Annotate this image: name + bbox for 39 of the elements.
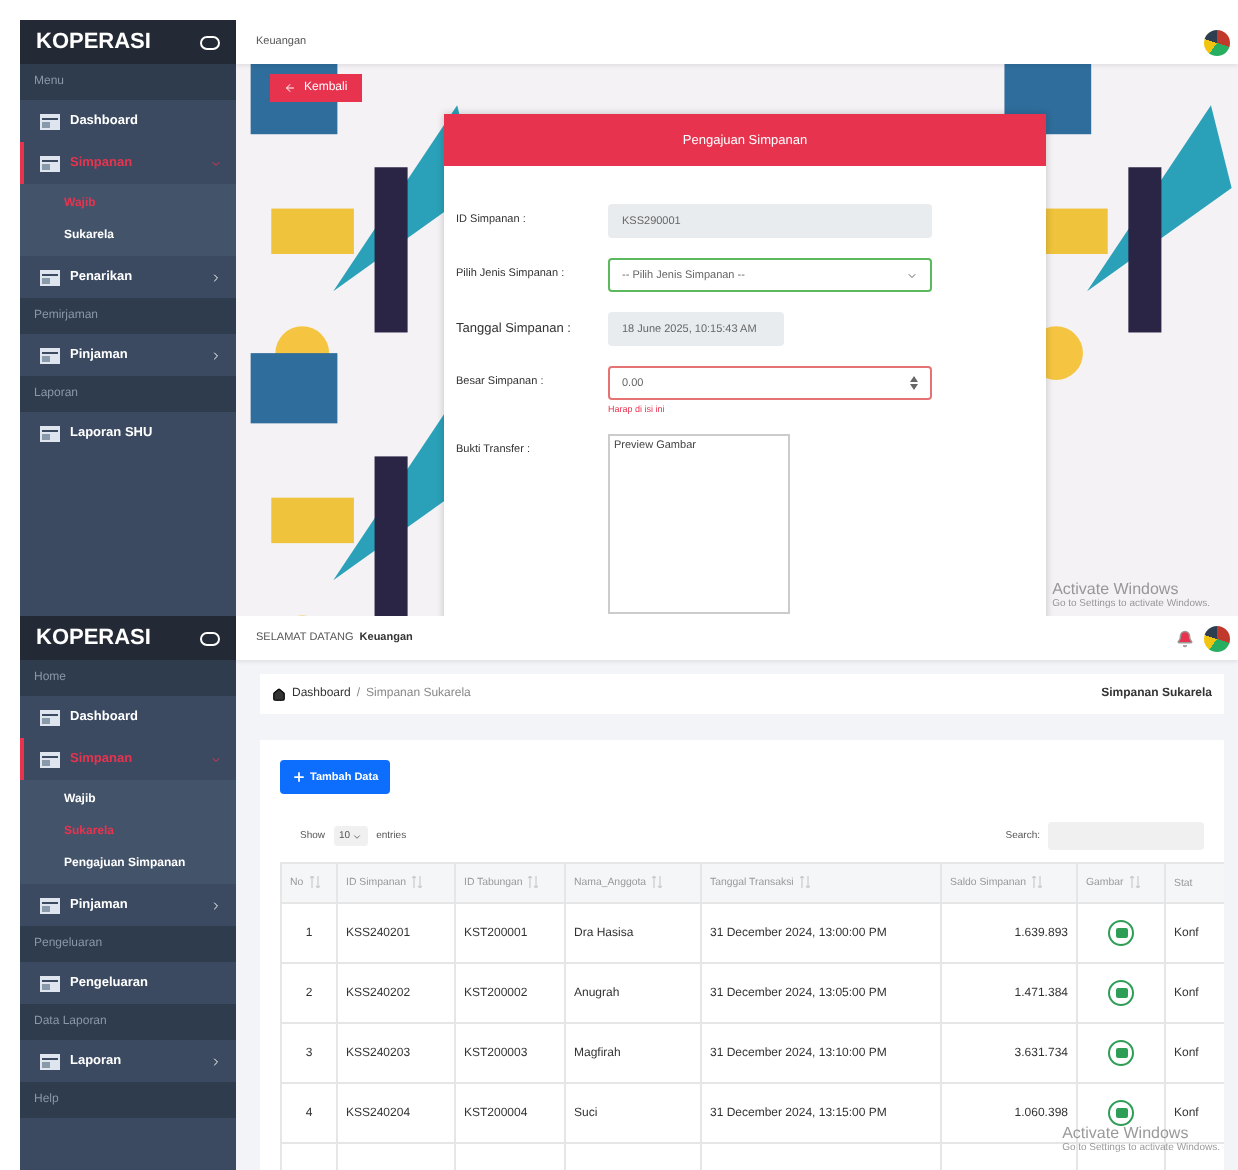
home-icon (272, 687, 286, 701)
panel-icon (40, 975, 60, 991)
chevron-right-icon (210, 899, 222, 911)
toggle-icon[interactable] (200, 35, 220, 49)
brand-name: KOPERASI (36, 30, 151, 54)
panel-icon (40, 897, 60, 913)
panel-icon (40, 1053, 60, 1069)
panel-icon (40, 347, 60, 363)
panel-icon (40, 751, 60, 767)
avatar-icon[interactable] (1204, 29, 1230, 55)
watermark-title: Activate Windows (1062, 1124, 1191, 1142)
image-icon (1115, 988, 1127, 998)
toggle-icon[interactable] (200, 631, 220, 645)
panel-icon (40, 155, 60, 171)
watermark-title: Activate Windows (1052, 580, 1181, 598)
image-button[interactable] (1108, 980, 1134, 1006)
image-icon (1115, 1108, 1127, 1118)
spinner-icon[interactable] (910, 376, 918, 390)
bell-icon[interactable] (1176, 629, 1194, 647)
chevron-down-icon (210, 753, 222, 765)
chevron-down-icon (906, 269, 918, 281)
panel-icon (40, 709, 60, 725)
image-icon (1115, 928, 1127, 938)
panel-icon (40, 113, 60, 129)
arrow-left-icon (284, 82, 296, 94)
avatar-icon[interactable] (1204, 625, 1230, 651)
image-button[interactable] (1108, 1040, 1134, 1066)
brand-name: KOPERASI (36, 626, 151, 650)
panel-icon (40, 425, 60, 441)
image-icon (1115, 1048, 1127, 1058)
image-button[interactable] (1108, 920, 1134, 946)
chevron-right-icon (210, 349, 222, 361)
plus-icon (292, 770, 306, 784)
chevron-down-icon (352, 831, 363, 841)
chevron-right-icon (210, 1055, 222, 1067)
panel-icon (40, 269, 60, 285)
image-button[interactable] (1108, 1100, 1134, 1126)
chevron-right-icon (210, 271, 222, 283)
chevron-down-icon (210, 157, 222, 169)
